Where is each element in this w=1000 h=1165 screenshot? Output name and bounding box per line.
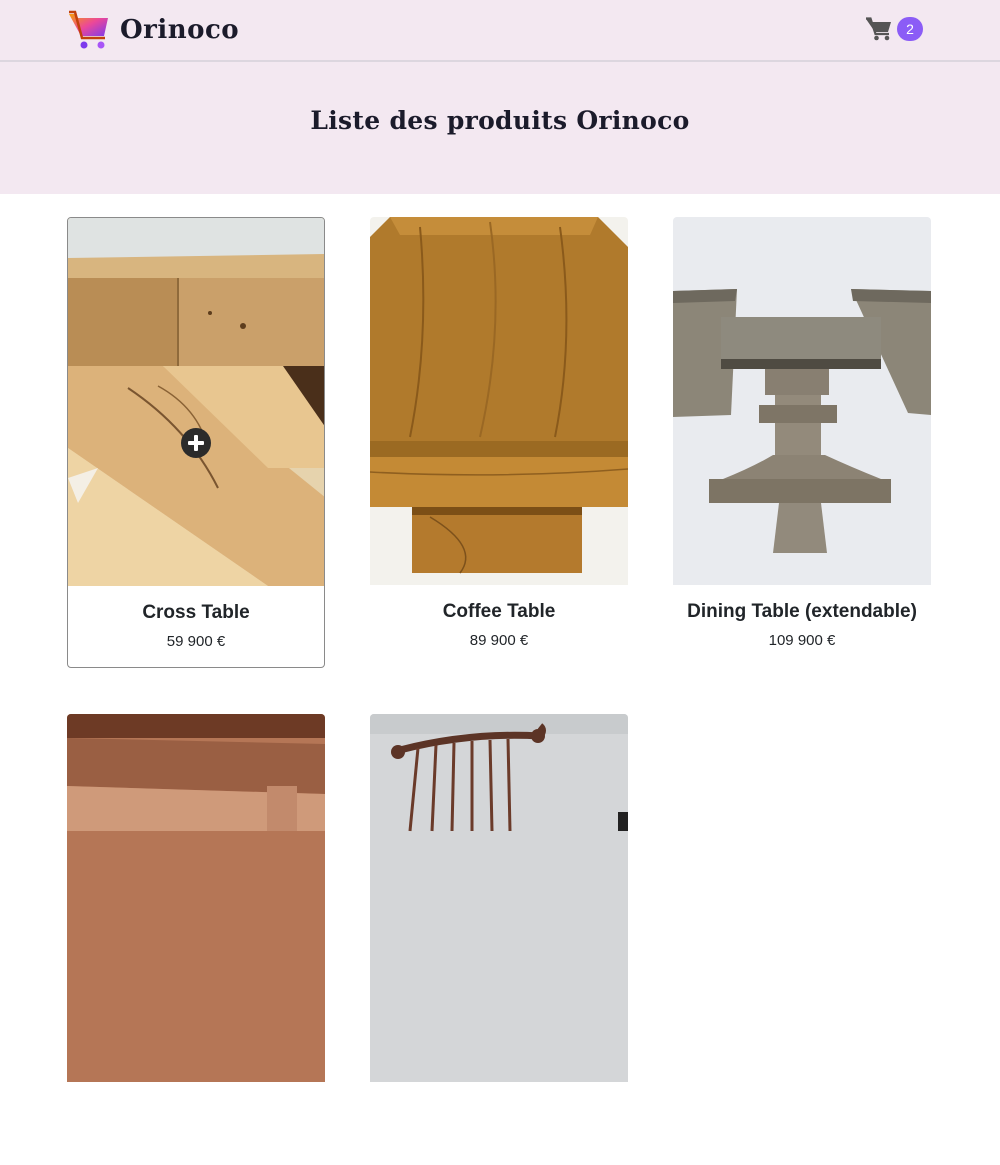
cart-button[interactable]: 2	[866, 17, 923, 41]
product-price: 59 900 €	[166, 633, 226, 650]
product-card[interactable]	[370, 714, 628, 1165]
shopping-cart-icon	[866, 17, 891, 41]
wood-furniture-photo[interactable]	[67, 714, 325, 1082]
hero-banner: Liste des produits Orinoco	[0, 62, 1000, 194]
product-card[interactable]: Dining Table (extendable) 109 900 €	[673, 217, 931, 668]
product-name: Cross Table	[142, 602, 250, 623]
product-price: 109 900 €	[768, 632, 836, 649]
product-price: 89 900 €	[469, 632, 529, 649]
oak-cross-table-photo[interactable]	[68, 218, 324, 586]
cart-count-badge: 2	[897, 17, 923, 41]
shopping-cart-logo-icon	[69, 10, 108, 49]
oak-coffee-table-photo[interactable]	[370, 217, 628, 585]
plus-circle-icon[interactable]	[181, 428, 211, 458]
product-card[interactable]: Coffee Table 89 900 €	[370, 217, 628, 668]
brand-link[interactable]: Orinoco	[68, 10, 239, 50]
brand-name: Orinoco	[120, 15, 240, 45]
navbar: Orinoco 2	[0, 0, 1000, 62]
page-title: Liste des produits Orinoco	[310, 106, 690, 135]
product-card[interactable]: Cross Table 59 900 €	[67, 217, 325, 668]
windsor-chair-photo[interactable]	[370, 714, 628, 1082]
product-name: Dining Table (extendable)	[687, 601, 917, 622]
product-card[interactable]	[67, 714, 325, 1165]
product-name: Coffee Table	[442, 601, 556, 622]
extendable-dining-table-photo[interactable]	[673, 217, 931, 585]
